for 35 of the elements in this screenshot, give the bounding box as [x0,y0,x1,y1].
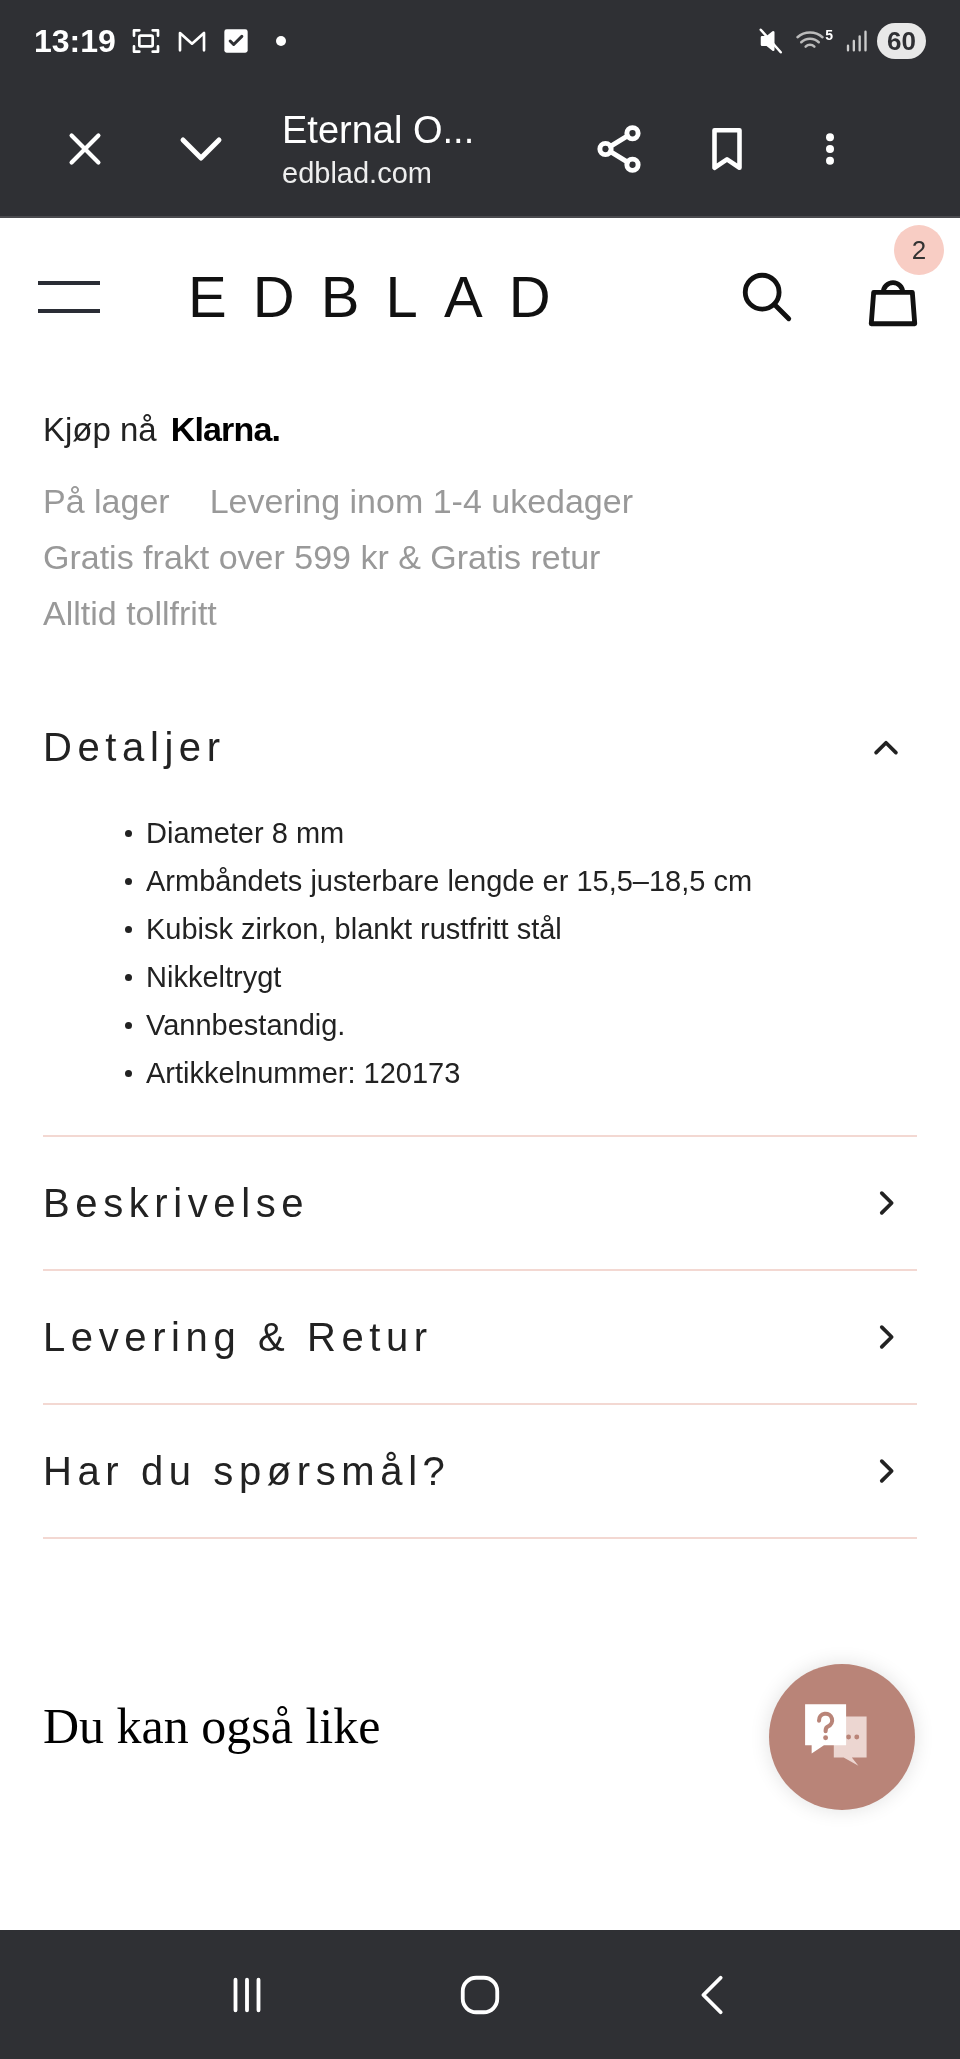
section-title: Detaljer [43,724,226,771]
section-title: Levering & Retur [43,1314,433,1361]
network-label: 5 [825,28,834,42]
shipping-info: Gratis frakt over 599 kr & Gratis retur [43,537,602,578]
accordion-header[interactable]: Detaljer [43,681,917,813]
bullet-icon [125,925,132,933]
logo: EDBLAD [188,268,577,326]
klarna-label: Kjøp nå [43,409,157,450]
bullet-icon [125,1069,132,1077]
shipping-info: Alltid tollfritt [43,593,218,634]
cart-count-badge: 2 [894,225,944,275]
detail-item: Armbåndets justerbare lengde er 15,5–18,5 cm [146,864,753,899]
detail-item: Vannbestandig. [146,1008,346,1043]
section-title: Beskrivelse [43,1180,310,1227]
stock-status: På lager [43,481,170,522]
section-heading: Du kan også like [43,1697,381,1756]
detail-item: Diameter 8 mm [146,816,345,851]
delivery-time: Levering inom 1-4 ukedager [209,481,633,522]
accordion-header[interactable]: Levering & Retur [43,1271,917,1403]
page-title: Eternal O... [282,108,476,153]
battery-indicator: 60 [877,23,926,59]
bullet-icon [125,877,132,885]
bullet-icon [125,1021,132,1029]
page-url: edblad.com [282,156,433,191]
accordion-header[interactable]: Har du spørsmål? [43,1405,917,1537]
detail-item: Kubisk zirkon, blankt rustfritt stål [146,912,562,947]
bullet-icon [125,829,132,837]
checkbox-icon [221,27,250,55]
detail-item: Nikkeltrygt [146,960,282,995]
detail-item: Artikkelnummer: 120173 [146,1056,461,1091]
clock: 13:19 [34,22,116,61]
section-title: Har du spørsmål? [43,1448,451,1495]
accordion-header[interactable]: Beskrivelse [43,1137,917,1269]
bullet-icon [125,973,132,981]
klarna-logo: Klarna. [170,409,281,450]
